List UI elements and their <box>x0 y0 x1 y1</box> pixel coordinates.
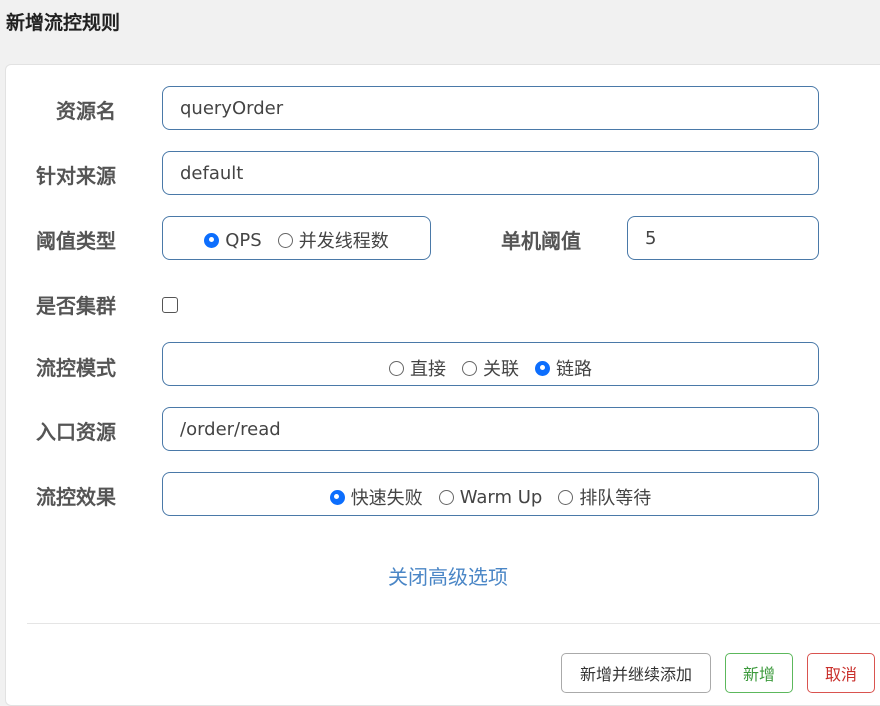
radio-unchecked-icon <box>277 232 293 248</box>
radio-unchecked-icon <box>558 489 574 505</box>
ref-resource-input[interactable]: /order/read <box>162 407 819 451</box>
strategy-option-direct[interactable]: 直接 <box>389 355 446 381</box>
cluster-checkbox[interactable] <box>162 297 178 313</box>
close-advanced-options-link[interactable]: 关闭高级选项 <box>388 561 508 590</box>
strategy-option-chain-label: 链路 <box>556 359 592 380</box>
grade-option-thread-label: 并发线程数 <box>298 231 389 252</box>
grade-option-qps-label: QPS <box>225 229 262 251</box>
ref-resource-label: 入口资源 <box>36 420 116 444</box>
strategy-radio-group: 直接 关联 链路 <box>162 342 819 386</box>
dialog-title: 新增流控规则 <box>6 12 121 34</box>
count-input[interactable]: 5 <box>627 216 819 260</box>
radio-checked-icon <box>329 489 345 505</box>
strategy-option-direct-label: 直接 <box>410 359 446 380</box>
strategy-label: 流控模式 <box>36 356 116 380</box>
radio-unchecked-icon <box>438 489 454 505</box>
cancel-button[interactable]: 取消 <box>807 653 875 693</box>
radio-unchecked-icon <box>389 360 404 376</box>
behavior-option-fast-fail-label: 快速失败 <box>350 488 423 509</box>
strategy-option-chain[interactable]: 链路 <box>535 355 592 381</box>
resource-name-value: queryOrder <box>180 97 284 119</box>
strategy-option-relate-label: 关联 <box>483 359 519 380</box>
ref-resource-value: /order/read <box>180 418 281 440</box>
behavior-option-queue[interactable]: 排队等待 <box>558 484 651 510</box>
behavior-option-queue-label: 排队等待 <box>579 488 652 509</box>
add-button[interactable]: 新增 <box>725 653 793 693</box>
grade-label: 阈值类型 <box>36 229 116 253</box>
count-value: 5 <box>645 227 657 249</box>
grade-radio-group: QPS 并发线程数 <box>162 216 431 260</box>
behavior-option-fast-fail[interactable]: 快速失败 <box>329 484 423 510</box>
limit-app-label: 针对来源 <box>36 164 116 188</box>
radio-checked-icon <box>535 360 550 376</box>
resource-name-input[interactable]: queryOrder <box>162 86 819 130</box>
limit-app-input[interactable]: default <box>162 151 819 195</box>
control-behavior-label: 流控效果 <box>36 485 116 509</box>
grade-option-thread[interactable]: 并发线程数 <box>277 227 389 253</box>
footer-divider <box>27 623 880 624</box>
strategy-option-relate[interactable]: 关联 <box>462 355 519 381</box>
grade-option-qps[interactable]: QPS <box>204 229 262 251</box>
add-and-continue-button[interactable]: 新增并继续添加 <box>561 653 711 693</box>
behavior-option-warm-up-label: Warm Up <box>459 486 543 508</box>
radio-checked-icon <box>204 232 220 248</box>
limit-app-value: default <box>180 162 244 184</box>
behavior-option-warm-up[interactable]: Warm Up <box>438 486 543 508</box>
resource-name-label: 资源名 <box>56 99 116 123</box>
control-behavior-radio-group: 快速失败 Warm Up 排队等待 <box>162 472 819 516</box>
cluster-label: 是否集群 <box>36 294 116 318</box>
count-label: 单机阈值 <box>501 229 581 253</box>
radio-unchecked-icon <box>462 360 477 376</box>
